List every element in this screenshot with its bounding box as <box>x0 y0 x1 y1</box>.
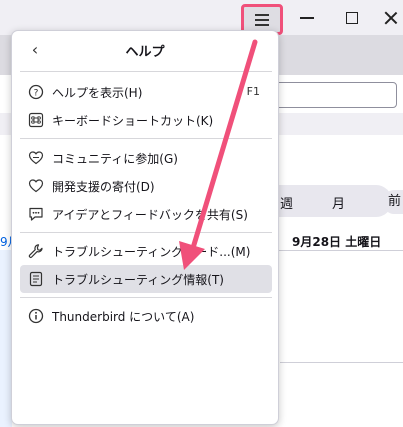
svg-text:?: ? <box>34 89 39 99</box>
view-week-button[interactable]: 週 <box>280 193 293 212</box>
feedback-bubble-icon <box>28 206 44 222</box>
minimize-icon[interactable] <box>295 6 319 30</box>
menu-item-label: コミュニティに参加(G) <box>52 151 178 166</box>
menu-separator <box>20 71 272 72</box>
menu-item-label: Thunderbird について(A) <box>52 309 195 324</box>
help-menu-popup: ‹ ヘルプ ? ヘルプを表示(H) F1 キーボードショートカット(K) コミュ… <box>11 30 279 425</box>
menu-header: ‹ ヘルプ <box>12 31 278 69</box>
close-icon[interactable] <box>380 6 403 30</box>
command-key-icon <box>28 112 44 128</box>
menu-separator <box>20 232 272 233</box>
menu-separator <box>20 138 272 139</box>
menu-item-shortcut: F1 <box>246 85 260 98</box>
menu-item-share-feedback[interactable]: アイデアとフィードバックを共有(S) <box>20 200 272 228</box>
menu-item-troubleshoot-info[interactable]: トラブルシューティング情報(T) <box>20 265 272 293</box>
menu-item-label: アイデアとフィードバックを共有(S) <box>52 207 248 222</box>
menu-item-join-community[interactable]: コミュニティに参加(G) <box>20 144 272 172</box>
document-icon <box>28 271 44 287</box>
menu-item-donate[interactable]: 開発支援の寄付(D) <box>20 172 272 200</box>
maximize-icon[interactable] <box>340 6 364 30</box>
view-more-button[interactable]: 前 <box>384 190 403 214</box>
menu-title: ヘルプ <box>125 45 165 60</box>
menu-item-troubleshoot-mode[interactable]: トラブルシューティングモード...(M) <box>20 237 272 265</box>
menu-item-show-help[interactable]: ? ヘルプを表示(H) F1 <box>20 78 272 106</box>
menu-item-label: キーボードショートカット(K) <box>52 113 214 128</box>
menu-item-label: トラブルシューティング情報(T) <box>52 272 224 287</box>
menu-item-label: 開発支援の寄付(D) <box>52 179 155 194</box>
help-circle-icon: ? <box>28 84 44 100</box>
hamburger-menu-icon <box>255 14 269 26</box>
menu-item-keyboard-shortcuts[interactable]: キーボードショートカット(K) <box>20 106 272 134</box>
calendar-day-header: 9月28日 土曜日 <box>292 235 382 249</box>
view-month-button[interactable]: 月 <box>332 193 345 212</box>
menu-item-label: ヘルプを表示(H) <box>52 85 143 100</box>
calendar-gridline <box>280 362 403 363</box>
menu-item-about[interactable]: Thunderbird について(A) <box>20 302 272 330</box>
wrench-icon <box>28 243 44 259</box>
heart-icon <box>28 178 44 194</box>
info-circle-icon <box>28 308 44 324</box>
menu-separator <box>20 297 272 298</box>
menu-item-label: トラブルシューティングモード...(M) <box>52 244 251 259</box>
community-heart-icon <box>28 150 44 166</box>
